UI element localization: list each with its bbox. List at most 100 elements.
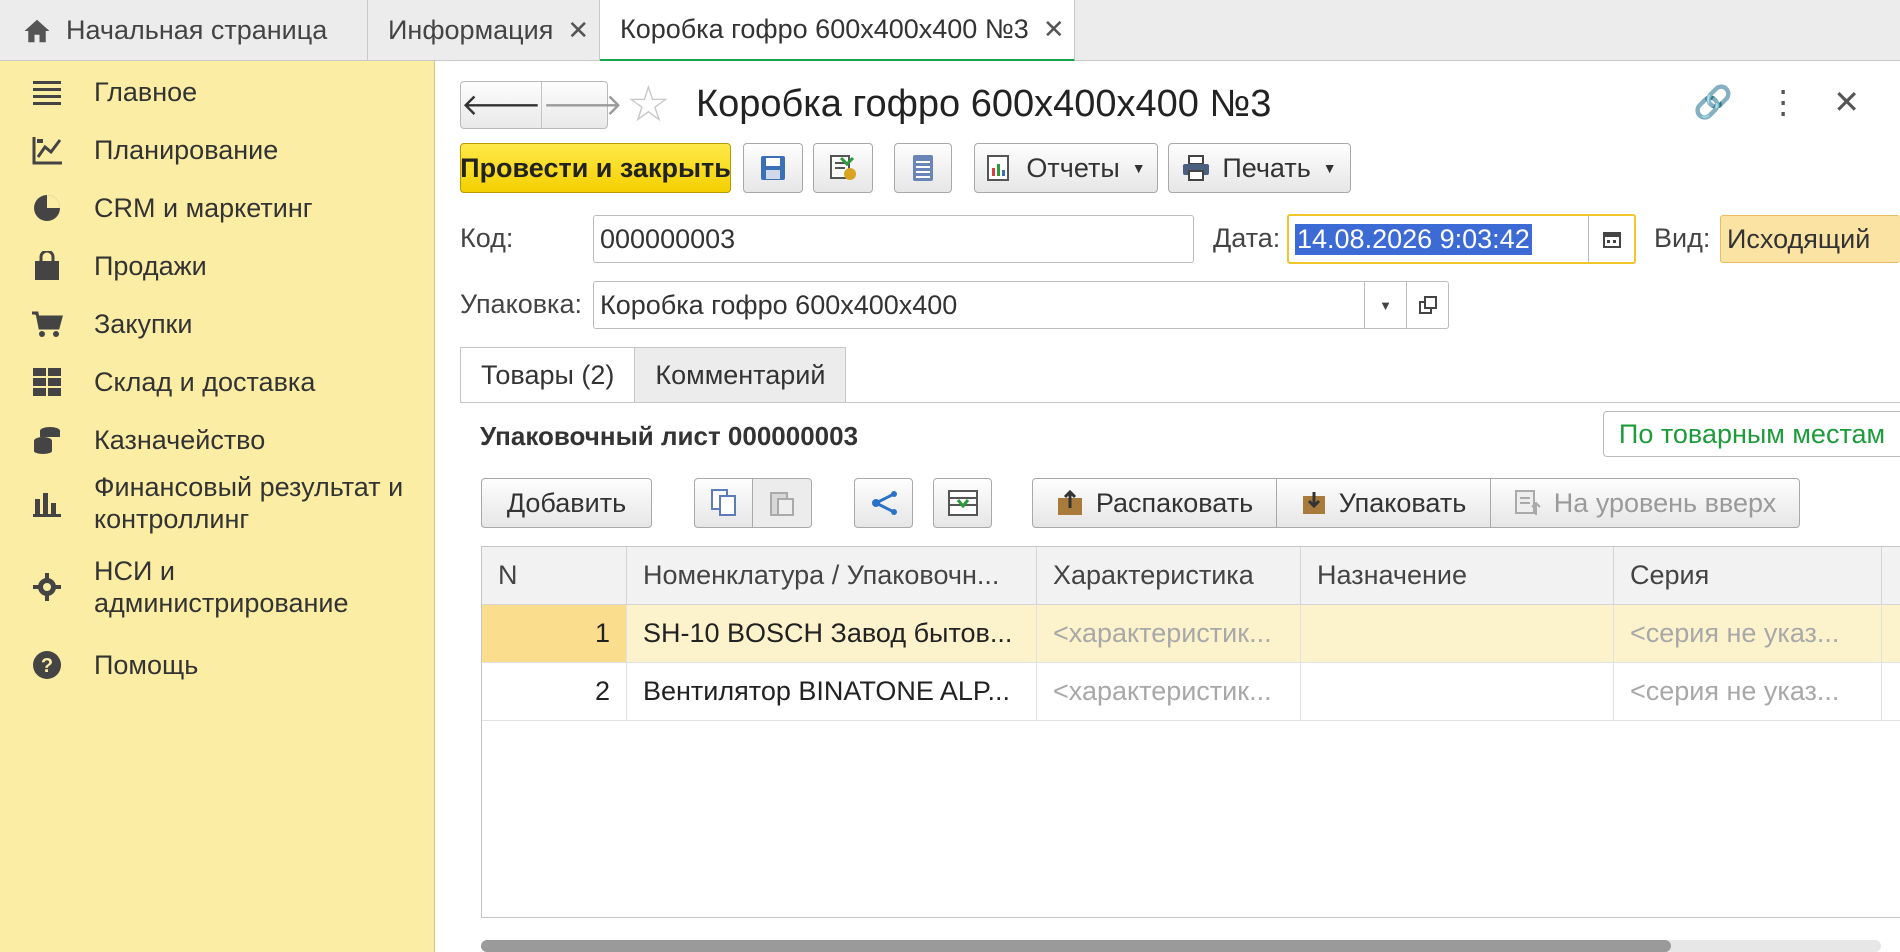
sidebar-item-crm[interactable]: CRM и маркетинг: [30, 191, 313, 225]
table-row-1-n[interactable]: 1: [482, 605, 627, 663]
sidebar-item-label: Планирование: [94, 135, 279, 165]
menu-icon: [30, 75, 64, 109]
form-tabs: Товары (2) Комментарий: [460, 347, 847, 403]
packing-list-title: Упаковочный лист 000000003: [480, 421, 859, 451]
tab-comment[interactable]: Комментарий: [635, 347, 847, 403]
favorite-star-icon[interactable]: ☆: [626, 79, 671, 129]
tab-document-label: Коробка гофро 600х400х400 №3: [620, 14, 1029, 44]
table-row-1-characteristic[interactable]: <характеристик...: [1037, 605, 1301, 663]
page-title: Коробка гофро 600х400х400 №3: [696, 83, 1272, 125]
floppy-icon: [761, 156, 785, 180]
sidebar-item-label: Склад и доставка: [94, 367, 316, 397]
table-row-1-purpose[interactable]: [1301, 605, 1614, 663]
close-icon[interactable]: ✕: [1043, 14, 1065, 45]
sidebar-item-help[interactable]: ? Помощь: [30, 648, 198, 682]
list-button[interactable]: [894, 143, 952, 193]
by-places-button[interactable]: По товарным местам: [1603, 411, 1900, 457]
close-icon[interactable]: ✕: [567, 15, 589, 46]
table-row-2-n[interactable]: 2: [482, 663, 627, 721]
pack-label: Упаковать: [1338, 487, 1467, 518]
planning-icon: [30, 133, 64, 167]
sidebar-item-treasury[interactable]: Казначейство: [30, 423, 265, 457]
print-dropdown[interactable]: Печать ▼: [1168, 143, 1351, 193]
more-icon[interactable]: ⋮: [1767, 83, 1799, 121]
sidebar-item-finance[interactable]: Финансовый результат и контроллинг: [30, 471, 414, 535]
dropdown-arrow-icon[interactable]: ▼: [1364, 282, 1406, 328]
forward-button[interactable]: 🡒: [541, 82, 623, 128]
sidebar-item-planning[interactable]: Планирование: [30, 133, 278, 167]
table-row-2-nomenclature[interactable]: Вентилятор BINATONE ALP...: [627, 663, 1037, 721]
column-header-nomenclature[interactable]: Номенклатура / Упаковочн...: [627, 547, 1037, 605]
date-value: 14.08.2026 9:03:42: [1295, 223, 1532, 255]
svg-text:?: ?: [41, 655, 53, 677]
copy-icon: [710, 489, 736, 516]
table-row-1-extra: [1882, 605, 1900, 663]
kind-field[interactable]: Исходящий: [1720, 215, 1900, 263]
post-document-icon: [830, 155, 856, 180]
code-field[interactable]: 000000003: [593, 215, 1194, 263]
link-icon[interactable]: 🔗: [1693, 83, 1733, 121]
tab-document[interactable]: Коробка гофро 600х400х400 №3 ✕: [600, 0, 1075, 62]
unpack-button[interactable]: Распаковать: [1032, 478, 1277, 528]
sidebar: Главное Планирование CRM и маркетинг Про…: [0, 61, 435, 952]
date-field[interactable]: 14.08.2026 9:03:42: [1287, 214, 1636, 264]
save-button[interactable]: [743, 143, 803, 193]
sidebar-item-warehouse[interactable]: Склад и доставка: [30, 365, 315, 399]
column-header-characteristic[interactable]: Характеристика: [1037, 547, 1301, 605]
table-row-2-purpose[interactable]: [1301, 663, 1614, 721]
horizontal-scrollbar[interactable]: [481, 936, 1900, 952]
paste-button[interactable]: [752, 478, 812, 528]
paste-icon: [770, 492, 794, 516]
table-row-1-series[interactable]: <серия не указ...: [1614, 605, 1882, 663]
sidebar-item-label: Продажи: [94, 251, 207, 281]
tab-divider: [460, 402, 1900, 403]
sidebar-item-label: Финансовый результат и контроллинг: [94, 472, 404, 534]
tab-info[interactable]: Информация ✕: [368, 0, 600, 61]
home-icon: [24, 19, 50, 42]
tab-home[interactable]: Начальная страница: [0, 0, 368, 61]
share-button[interactable]: [854, 478, 913, 528]
package-field[interactable]: Коробка гофро 600х400х400 ▼: [593, 281, 1449, 329]
post-and-close-button[interactable]: Провести и закрыть: [460, 143, 731, 193]
document-form: 🡐 🡒 ☆ Коробка гофро 600х400х400 №3 🔗 ⋮ ✕…: [436, 61, 1900, 952]
tab-home-label: Начальная страница: [66, 15, 328, 45]
fill-button[interactable]: [933, 478, 992, 528]
sidebar-item-purchases[interactable]: Закупки: [30, 307, 192, 341]
copy-button[interactable]: [694, 478, 753, 528]
chevron-down-icon: ▼: [1322, 160, 1337, 176]
column-header-n[interactable]: N: [482, 547, 627, 605]
sidebar-item-label: Закупки: [94, 309, 193, 339]
add-button[interactable]: Добавить: [481, 478, 652, 528]
packing-table: N Номенклатура / Упаковочн... Характерис…: [481, 546, 1900, 918]
fill-table-icon: [947, 490, 978, 516]
close-icon[interactable]: ✕: [1833, 83, 1860, 121]
table-row-2-series[interactable]: <серия не указ...: [1614, 663, 1882, 721]
open-link-icon[interactable]: [1406, 282, 1448, 328]
unpack-label: Распаковать: [1095, 487, 1254, 518]
column-header-series[interactable]: Серия: [1614, 547, 1882, 605]
sidebar-item-label: Главное: [94, 77, 198, 107]
column-header-purpose[interactable]: Назначение: [1301, 547, 1614, 605]
branch-icon: [871, 491, 897, 515]
table-row-2-extra: [1882, 663, 1900, 721]
sidebar-item-main[interactable]: Главное: [30, 75, 197, 109]
back-button[interactable]: 🡐: [461, 82, 541, 128]
post-button[interactable]: [813, 143, 873, 193]
sidebar-item-admin[interactable]: НСИ и администрирование: [30, 555, 394, 619]
arrow-left-icon: 🡐: [461, 89, 542, 122]
tab-goods[interactable]: Товары (2): [460, 347, 636, 403]
calendar-icon[interactable]: [1588, 216, 1634, 262]
table-row-2-characteristic[interactable]: <характеристик...: [1037, 663, 1301, 721]
sidebar-item-sales[interactable]: Продажи: [30, 249, 207, 283]
pack-button[interactable]: Упаковать: [1276, 478, 1491, 528]
shopping-bag-icon: [30, 249, 64, 283]
table-row-1-nomenclature[interactable]: SH-10 BOSCH Завод бытов...: [627, 605, 1037, 663]
cart-icon: [30, 307, 64, 341]
kind-label: Вид:: [1654, 223, 1711, 253]
scrollbar-thumb[interactable]: [481, 940, 1671, 952]
package-value: Коробка гофро 600х400х400: [600, 289, 958, 320]
pack-box-icon: [1302, 492, 1325, 514]
reports-dropdown[interactable]: Отчеты ▼: [974, 143, 1158, 193]
arrow-right-icon: 🡒: [542, 89, 623, 122]
level-up-button[interactable]: На уровень вверх: [1490, 478, 1800, 528]
